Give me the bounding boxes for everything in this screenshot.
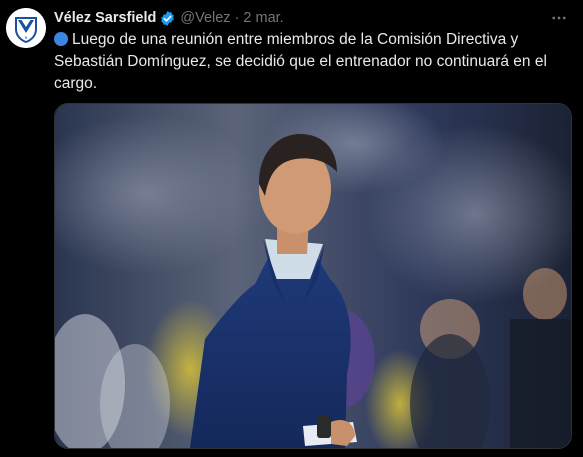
club-crest-icon: V xyxy=(6,8,46,48)
author-name[interactable]: Vélez Sarsfield xyxy=(54,10,156,26)
tweet[interactable]: V Vélez Sarsfield @Velez · 2 mar. Luego … xyxy=(0,0,583,457)
more-horizontal-icon[interactable] xyxy=(549,8,569,28)
tweet-text: Luego de una reunión entre miembros de l… xyxy=(54,29,574,95)
tweet-date[interactable]: 2 mar. xyxy=(243,10,283,26)
avatar[interactable]: V xyxy=(6,8,46,48)
blue-circle-icon xyxy=(54,32,68,46)
author-handle[interactable]: @Velez xyxy=(180,10,230,26)
separator-dot: · xyxy=(234,10,240,26)
svg-text:V: V xyxy=(25,35,28,40)
verified-badge-icon xyxy=(159,10,176,27)
coach-photo xyxy=(55,104,571,448)
tweet-photo[interactable] xyxy=(54,103,572,449)
tweet-body: Luego de una reunión entre miembros de l… xyxy=(54,31,547,92)
tweet-header: Vélez Sarsfield @Velez · 2 mar. xyxy=(54,8,569,28)
